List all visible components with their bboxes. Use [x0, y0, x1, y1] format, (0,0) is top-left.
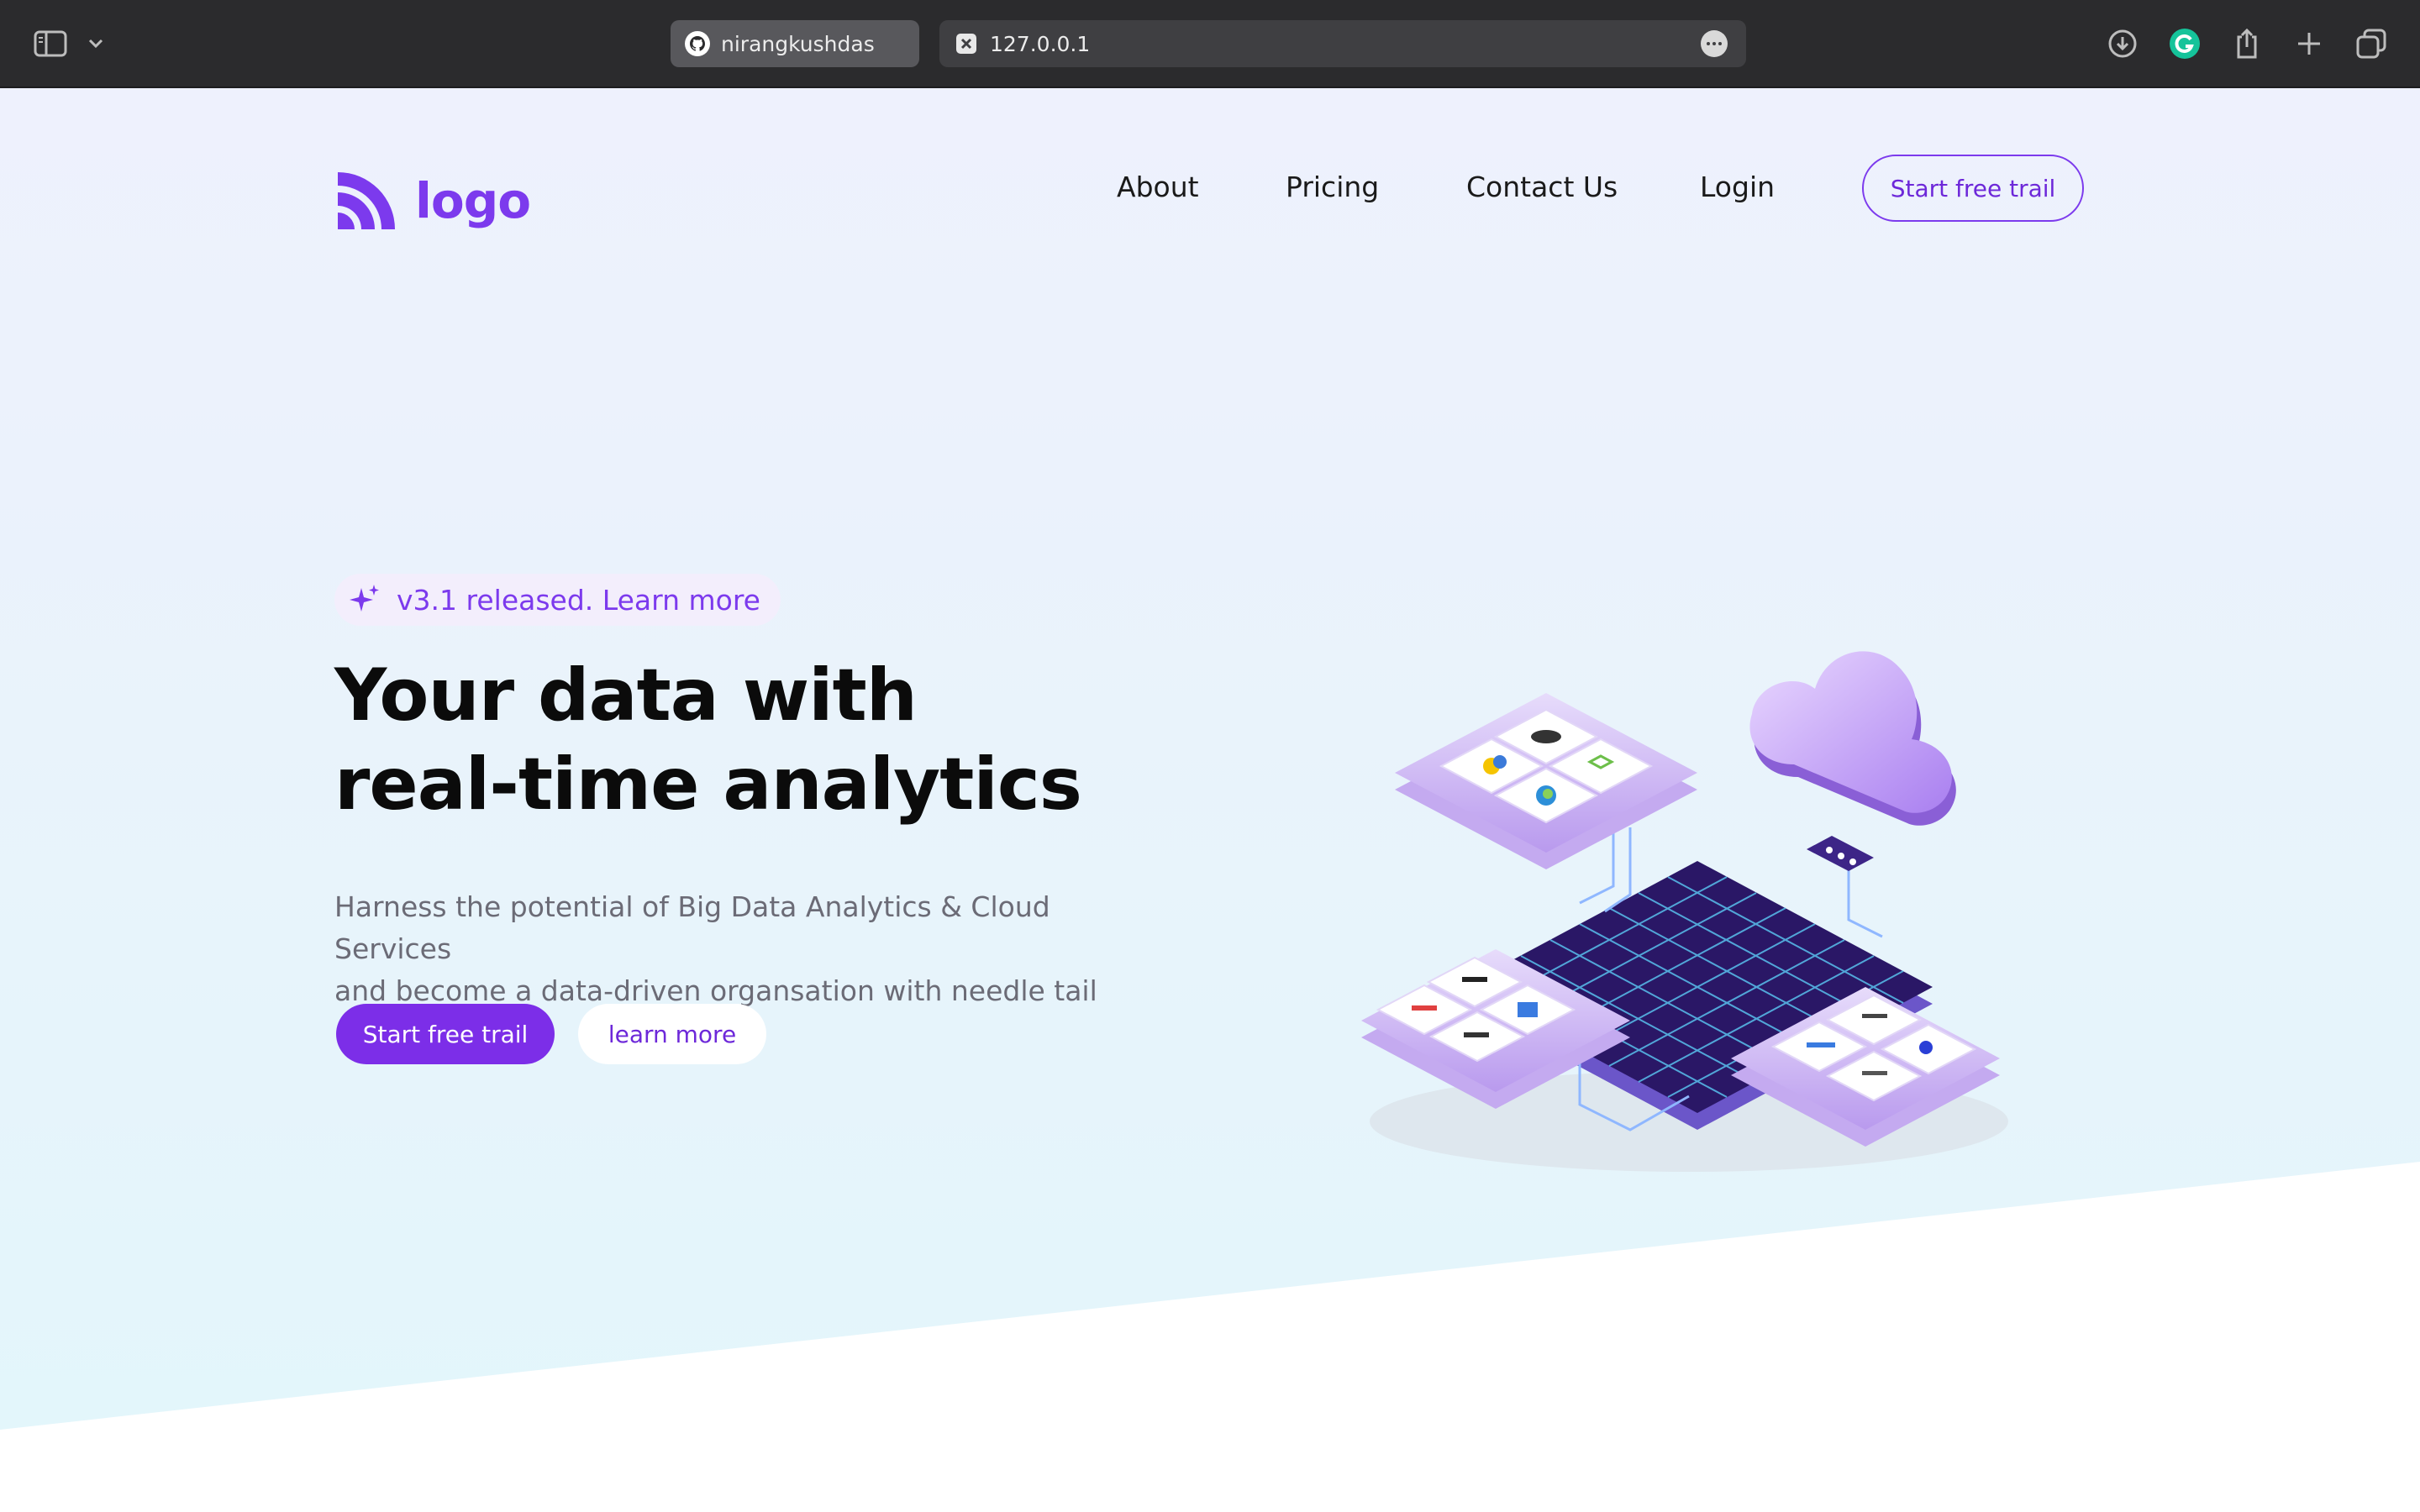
- tab-github[interactable]: nirangkushdas: [671, 20, 919, 67]
- hero-subtitle: Harness the potential of Big Data Analyt…: [334, 886, 1175, 1012]
- address-text: 127.0.0.1: [990, 31, 1091, 56]
- badge-text: v3.1 released. Learn more: [397, 583, 760, 617]
- chevron-down-icon[interactable]: [77, 25, 114, 62]
- hero-headline: Your data with real-time analytics: [334, 651, 1082, 829]
- github-icon: [684, 30, 711, 57]
- logo-mark-icon: [338, 172, 395, 229]
- learn-more-button[interactable]: learn more: [578, 1004, 766, 1064]
- logo[interactable]: logo: [334, 169, 531, 233]
- tab-overview-icon[interactable]: [2353, 25, 2390, 62]
- more-icon[interactable]: [1701, 30, 1728, 57]
- sparkle-icon: [350, 585, 379, 612]
- start-trial-button[interactable]: Start free trail: [336, 1004, 555, 1064]
- close-tab-icon[interactable]: [953, 30, 980, 57]
- data-cloud-illustration: [1361, 651, 2008, 1172]
- subtitle-line-2: and become a data-driven organsation wit…: [334, 974, 1097, 1007]
- download-icon[interactable]: [2104, 25, 2141, 62]
- browser-toolbar: nirangkushdas 127.0.0.1: [0, 0, 2420, 88]
- logo-text: logo: [415, 172, 531, 229]
- new-tab-icon[interactable]: [2291, 25, 2328, 62]
- grammarly-icon[interactable]: [2166, 25, 2203, 62]
- headline-line-1: Your data with: [334, 654, 918, 738]
- share-icon[interactable]: [2228, 25, 2265, 62]
- headline-line-2: real-time analytics: [334, 743, 1082, 827]
- nav-pricing[interactable]: Pricing: [1286, 171, 1379, 203]
- release-badge[interactable]: v3.1 released. Learn more: [334, 574, 781, 626]
- tab-label: nirangkushdas: [721, 31, 875, 56]
- nav-contact-us[interactable]: Contact Us: [1466, 171, 1618, 203]
- nav-about[interactable]: About: [1117, 171, 1199, 203]
- nav-login[interactable]: Login: [1700, 171, 1775, 203]
- sidebar-icon[interactable]: [32, 25, 69, 62]
- subtitle-line-1: Harness the potential of Big Data Analyt…: [334, 890, 1050, 965]
- address-bar[interactable]: 127.0.0.1: [939, 20, 1746, 67]
- header-start-trial-button[interactable]: Start free trail: [1862, 155, 2084, 222]
- landing-page: logo About Pricing Contact Us Login Star…: [0, 88, 2420, 1512]
